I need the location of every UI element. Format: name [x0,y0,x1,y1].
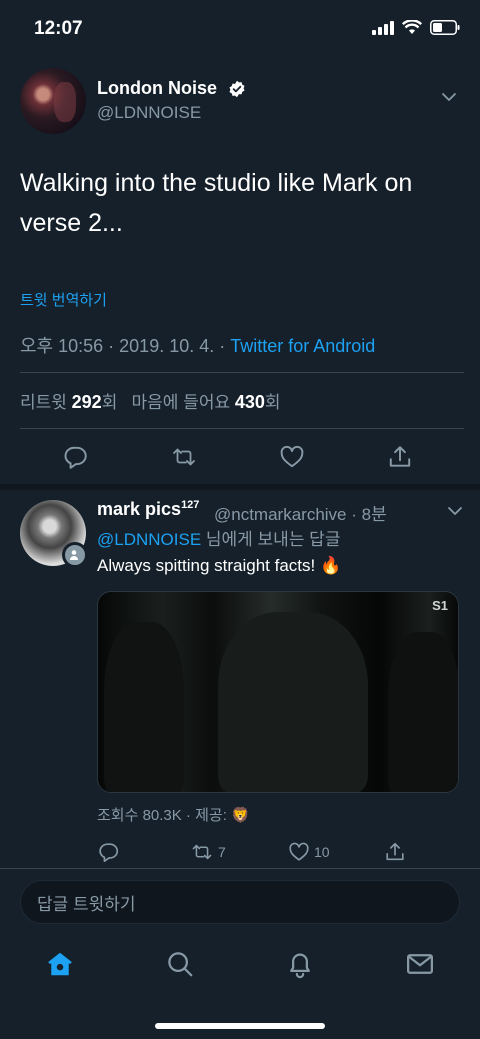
reply-like-count: 10 [314,844,330,860]
retweets-count: 292 [71,392,102,412]
tweet-actions [0,441,480,473]
reply-media-video[interactable]: S1 [97,591,459,793]
likes-suffix: 회 [264,393,281,412]
divider [20,372,464,373]
media-views: 조회수 80.3K · 제공: 🦁 [97,807,250,824]
status-time: 12:07 [34,18,83,39]
reply-to-suffix: 님에게 보내는 답글 [201,530,341,549]
tweet-meta: 오후 10:56 · 2019. 10. 4. · Twitter for An… [20,332,375,358]
reply-icon [64,446,87,469]
media-badge: S1 [432,598,448,613]
retweet-icon [173,448,195,466]
heart-icon [289,842,309,861]
chevron-down-icon[interactable] [446,502,464,520]
mail-icon [407,954,433,974]
share-button[interactable] [384,441,416,473]
author-avatar[interactable] [20,68,86,134]
reply-like-button[interactable]: 10 [288,840,330,864]
battery-icon [430,20,460,35]
retweets-label: 리트윗 [20,393,67,412]
reply-author-sup: 127 [181,499,200,511]
author-handle[interactable]: @LDNNOISE [97,103,201,123]
verified-icon [229,80,245,98]
retweets-stat[interactable]: 리트윗 292회 [20,392,122,412]
reply-compose-input[interactable]: 답글 트윗하기 [20,880,460,924]
reply-author-handle[interactable]: @nctmarkarchive · 8분 [214,500,387,525]
likes-label: 마음에 들어요 [131,393,231,412]
tab-search[interactable] [164,948,196,980]
chevron-down-icon[interactable] [440,88,458,106]
tweet-timestamp: 오후 10:56 · 2019. 10. 4. · [20,336,231,356]
tab-messages[interactable] [404,948,436,980]
reply-icon [99,843,119,862]
signal-icon [372,20,394,35]
reply-text: Always spitting straight facts! 🔥 [97,556,342,575]
retweet-button[interactable] [168,441,200,473]
media-figure [218,612,368,792]
follow-badge [62,542,88,568]
reply-to-mention[interactable]: @LDNNOISE [97,530,201,549]
wifi-icon [402,20,422,34]
reply-author-name-text: mark pics [97,499,182,519]
reply-retweet-button[interactable]: 7 [190,840,226,864]
replying-to: @LDNNOISE 님에게 보내는 답글 [97,525,340,550]
reply-share-button[interactable] [384,840,406,864]
status-icons [372,20,460,35]
retweets-suffix: 회 [101,393,118,412]
status-bar: 12:07 [0,0,480,58]
media-figure [104,622,184,792]
likes-count: 430 [234,392,265,412]
reply-retweet-count: 7 [218,844,226,860]
bell-icon [290,953,310,979]
home-icon [48,952,72,976]
home-indicator [155,1023,325,1029]
compose-bar: 답글 트윗하기 [0,868,480,934]
reply-author-name[interactable]: mark pics127 [97,499,199,520]
tab-notifications[interactable] [284,948,316,980]
person-add-icon [70,550,78,560]
reply-button[interactable] [60,441,92,473]
tweet-stats: 리트윗 292회 마음에 들어요 430회 [20,388,281,413]
bottom-tab-bar [0,934,480,1039]
media-figure [388,632,458,792]
author-name[interactable]: London Noise [97,78,217,99]
translate-tweet-link[interactable]: 트윗 번역하기 [20,289,107,310]
heart-icon [280,445,304,468]
likes-stat[interactable]: 마음에 들어요 430회 [131,392,281,412]
like-button[interactable] [276,441,308,473]
compose-placeholder: 답글 트윗하기 [37,894,136,914]
section-divider [0,484,480,490]
share-icon [389,446,411,467]
reply-actions: 7 10 [0,840,480,864]
tweet-header: London Noise @LDNNOISE [20,68,464,136]
divider [20,428,464,429]
search-icon [168,952,193,977]
retweet-icon [192,844,212,860]
tweet-client-link[interactable]: Twitter for Android [230,336,375,356]
share-icon [386,842,404,861]
tweet-text: Walking into the studio like Mark on ver… [20,169,413,237]
reply-reply-button[interactable] [98,840,120,864]
tab-home[interactable] [44,948,76,980]
